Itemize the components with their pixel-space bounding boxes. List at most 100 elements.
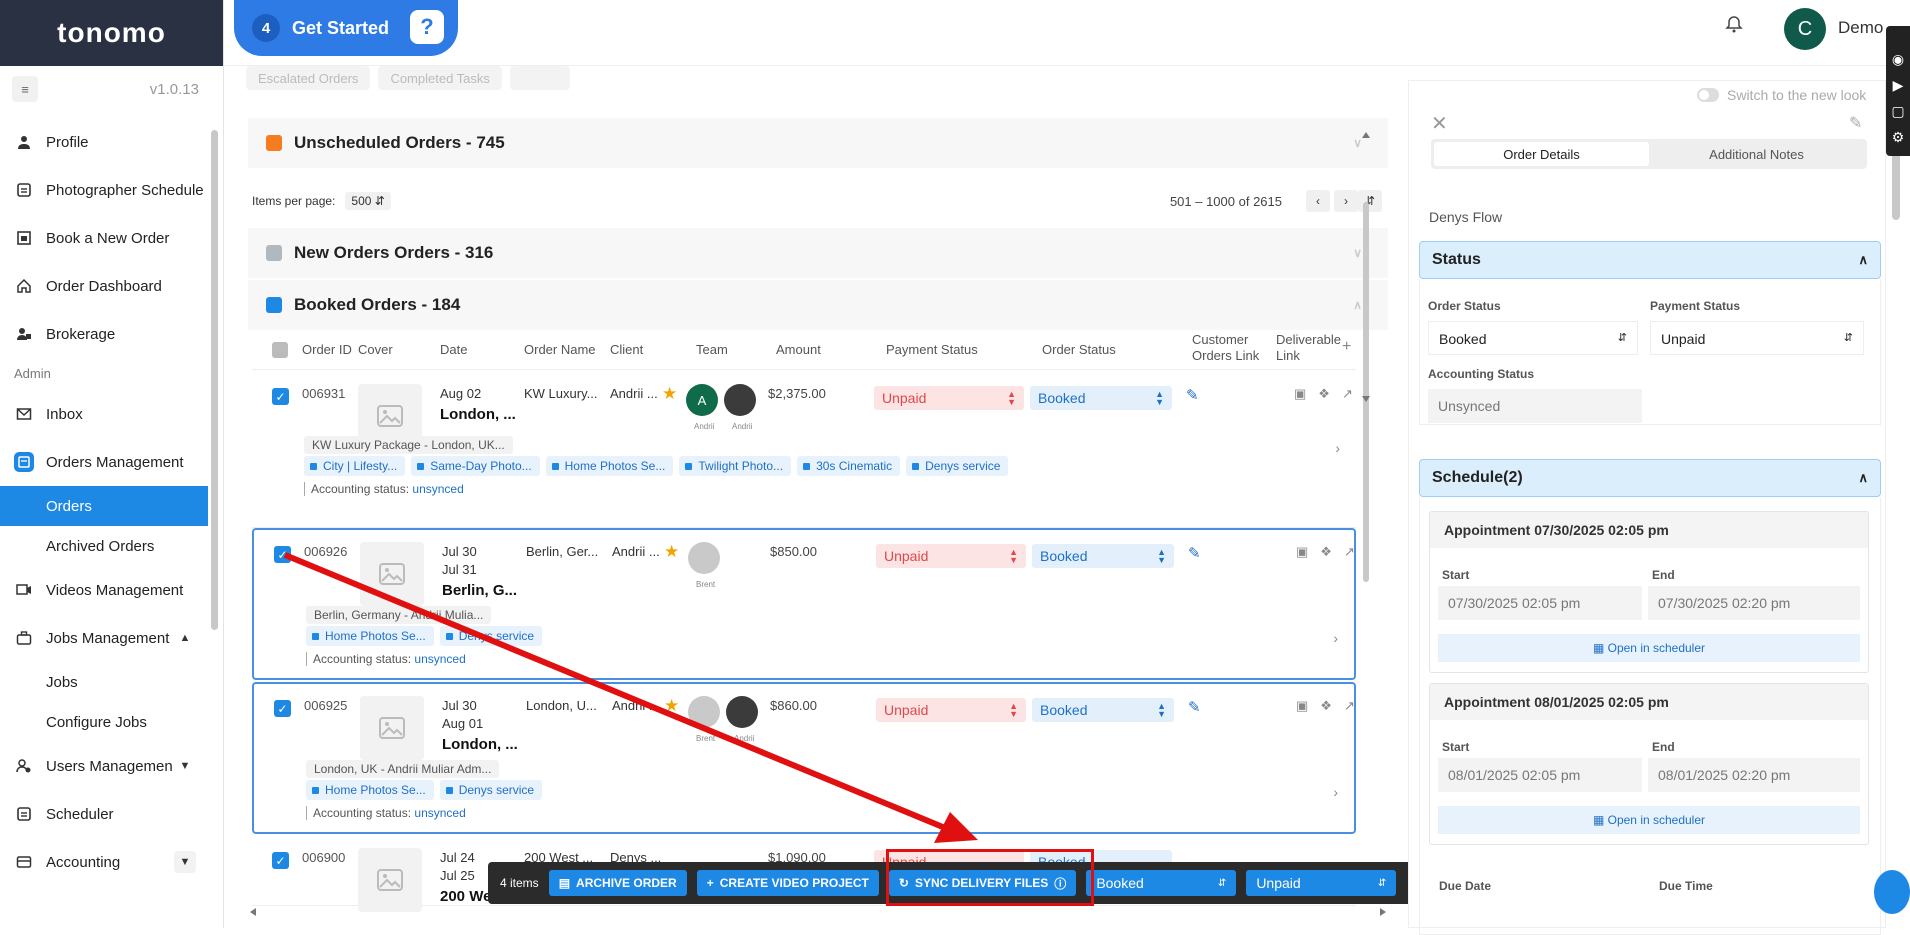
external-link-icon[interactable]: ↗ xyxy=(1344,698,1355,714)
payment-status-select[interactable]: Unpaid ▲ ▼ xyxy=(876,698,1026,722)
col-client[interactable]: Client xyxy=(610,342,643,357)
sidebar-item-users-management[interactable]: Users Managemen ▼ xyxy=(0,742,208,790)
sidebar-item-orders[interactable]: Orders xyxy=(0,486,208,526)
external-link-icon[interactable]: ↗ xyxy=(1342,386,1353,402)
edit-icon[interactable]: ✎ xyxy=(1849,113,1862,133)
table-row[interactable]: ✓ 006931 Aug 02 London, ... KW Luxury...… xyxy=(252,372,1356,528)
sidebar-item-configure-jobs[interactable]: Configure Jobs xyxy=(0,702,208,742)
team-avatar[interactable] xyxy=(688,542,720,574)
sidebar-item-orders-management[interactable]: Orders Management xyxy=(0,438,208,486)
table-row[interactable]: ✓ 006925 Jul 30 Aug 01 London, ... Londo… xyxy=(252,682,1356,834)
team-avatar[interactable] xyxy=(726,696,758,728)
chevron-down-icon[interactable]: ▼ xyxy=(174,755,196,777)
payment-status-select[interactable]: Unpaid ▲ ▼ xyxy=(876,544,1026,568)
star-icon[interactable]: ★ xyxy=(664,696,679,716)
next-page-button[interactable]: › xyxy=(1334,190,1358,212)
chevron-right-icon[interactable]: › xyxy=(1335,440,1340,456)
user-name[interactable]: Demo xyxy=(1838,18,1883,38)
bell-icon[interactable] xyxy=(1724,14,1748,38)
payment-status-select[interactable]: Unpaid ▲ ▼ xyxy=(874,386,1024,410)
bulk-status-select[interactable]: Booked ⇵ xyxy=(1086,870,1237,896)
sidebar-item-archived-orders[interactable]: Archived Orders xyxy=(0,526,208,566)
chevron-down-icon[interactable]: ▼ xyxy=(174,851,196,873)
get-started-button[interactable]: 4 Get Started ? xyxy=(234,0,458,56)
tab-other[interactable] xyxy=(509,66,570,90)
col-order-name[interactable]: Order Name xyxy=(524,342,596,357)
order-title[interactable]: London, ... xyxy=(442,736,518,753)
edit-icon[interactable]: ✎ xyxy=(1188,544,1201,562)
group-new-orders[interactable]: New Orders Orders - 316 ∨ xyxy=(248,228,1388,278)
create-video-project-button[interactable]: + CREATE VIDEO PROJECT xyxy=(696,870,879,896)
tab-additional-notes[interactable]: Additional Notes xyxy=(1649,142,1864,166)
row-checkbox[interactable]: ✓ xyxy=(272,852,289,869)
video-camera-icon[interactable]: ▶ xyxy=(1886,72,1910,98)
accounting-status-link[interactable]: unsynced xyxy=(414,652,465,666)
team-avatar[interactable]: A xyxy=(686,384,718,416)
tab-escalated[interactable]: Escalated Orders xyxy=(246,66,371,90)
prev-page-button[interactable]: ‹ xyxy=(1306,190,1330,212)
table-row[interactable]: ✓ 006926 Jul 30 Jul 31 Berlin, G... Berl… xyxy=(252,528,1356,680)
open-in-scheduler-link[interactable]: ▦ Open in scheduler xyxy=(1438,806,1860,834)
camera-icon[interactable]: ◉ xyxy=(1886,46,1910,72)
tab-completed[interactable]: Completed Tasks xyxy=(378,66,502,90)
sidebar-item-order-dashboard[interactable]: Order Dashboard xyxy=(0,262,208,310)
col-payment-status[interactable]: Payment Status xyxy=(886,342,978,357)
sidebar-item-jobs-management[interactable]: Jobs Management ▲ xyxy=(0,614,208,662)
chevron-up-icon[interactable]: ▲ xyxy=(174,627,196,649)
edit-icon[interactable]: ✎ xyxy=(1188,698,1201,716)
status-section-header[interactable]: Status ∧ xyxy=(1419,241,1881,279)
screen-icon[interactable]: ▢ xyxy=(1886,98,1910,124)
star-icon[interactable]: ★ xyxy=(662,384,677,404)
accounting-status-link[interactable]: unsynced xyxy=(414,806,465,820)
app-logo[interactable]: tonomo xyxy=(0,0,223,66)
order-title[interactable]: London, ... xyxy=(440,406,516,423)
order-status-select[interactable]: Booked ▲ ▼ xyxy=(1032,698,1174,722)
dropbox-icon[interactable]: ❖ xyxy=(1318,386,1330,402)
toggle-switch[interactable] xyxy=(1697,88,1719,102)
vertical-scrollbar[interactable] xyxy=(1362,132,1370,892)
external-link-icon[interactable]: ↗ xyxy=(1344,544,1355,560)
edit-icon[interactable]: ✎ xyxy=(1186,386,1199,404)
collapse-sidebar-button[interactable]: ≡ xyxy=(12,76,38,102)
dropbox-icon[interactable]: ❖ xyxy=(1320,698,1332,714)
select-all-checkbox[interactable] xyxy=(272,342,288,358)
sidebar-item-brokerage[interactable]: Brokerage xyxy=(0,310,208,358)
chevron-right-icon[interactable]: › xyxy=(1333,630,1338,646)
horizontal-scrollbar[interactable] xyxy=(248,904,1388,916)
order-status-select[interactable]: Booked ▲ ▼ xyxy=(1030,386,1172,410)
dropbox-icon[interactable]: ❖ xyxy=(1320,544,1332,560)
avatar[interactable]: C xyxy=(1784,8,1826,50)
gallery-icon[interactable]: ▣ xyxy=(1296,698,1308,714)
sidebar-item-book-order[interactable]: Book a New Order xyxy=(0,214,208,262)
schedule-section-header[interactable]: Schedule(2) ∧ xyxy=(1419,459,1881,497)
row-checkbox[interactable]: ✓ xyxy=(274,546,291,563)
open-in-scheduler-link[interactable]: ▦ Open in scheduler xyxy=(1438,634,1860,662)
sidebar-item-inbox[interactable]: Inbox xyxy=(0,390,208,438)
group-booked[interactable]: Booked Orders - 184 ∧ xyxy=(248,280,1388,330)
sidebar-item-scheduler[interactable]: Scheduler xyxy=(0,790,208,838)
accounting-status-link[interactable]: unsynced xyxy=(412,482,463,496)
tab-order-details[interactable]: Order Details xyxy=(1434,142,1649,166)
row-checkbox[interactable]: ✓ xyxy=(274,700,291,717)
gallery-icon[interactable]: ▣ xyxy=(1294,386,1306,402)
sidebar-item-videos-management[interactable]: Videos Management xyxy=(0,566,208,614)
order-status-select[interactable]: Booked ⇵ xyxy=(1428,321,1638,355)
close-icon[interactable]: ✕ xyxy=(1431,111,1448,136)
col-date[interactable]: Date xyxy=(440,342,467,357)
order-status-select[interactable]: Booked ▲ ▼ xyxy=(1032,544,1174,568)
chevron-right-icon[interactable]: › xyxy=(1333,784,1338,800)
new-look-toggle[interactable]: Switch to the new look xyxy=(1697,87,1866,103)
col-amount[interactable]: Amount xyxy=(776,342,821,357)
sidebar-item-photographer-schedule[interactable]: Photographer Schedule xyxy=(0,166,208,214)
group-unscheduled[interactable]: Unscheduled Orders - 745 ∨ xyxy=(248,118,1388,168)
sidebar-item-profile[interactable]: Profile xyxy=(0,118,208,166)
col-order-status[interactable]: Order Status xyxy=(1042,342,1116,357)
add-column-icon[interactable]: + xyxy=(1342,338,1351,356)
sidebar-scrollbar[interactable] xyxy=(211,130,218,630)
sidebar-item-jobs[interactable]: Jobs xyxy=(0,662,208,702)
items-per-page-select[interactable]: 500 ⇵ xyxy=(345,192,391,210)
archive-order-button[interactable]: ▤ ARCHIVE ORDER xyxy=(548,870,687,896)
team-avatar[interactable] xyxy=(724,384,756,416)
col-order-id[interactable]: Order ID xyxy=(302,342,352,357)
chat-icon[interactable] xyxy=(1874,870,1910,914)
